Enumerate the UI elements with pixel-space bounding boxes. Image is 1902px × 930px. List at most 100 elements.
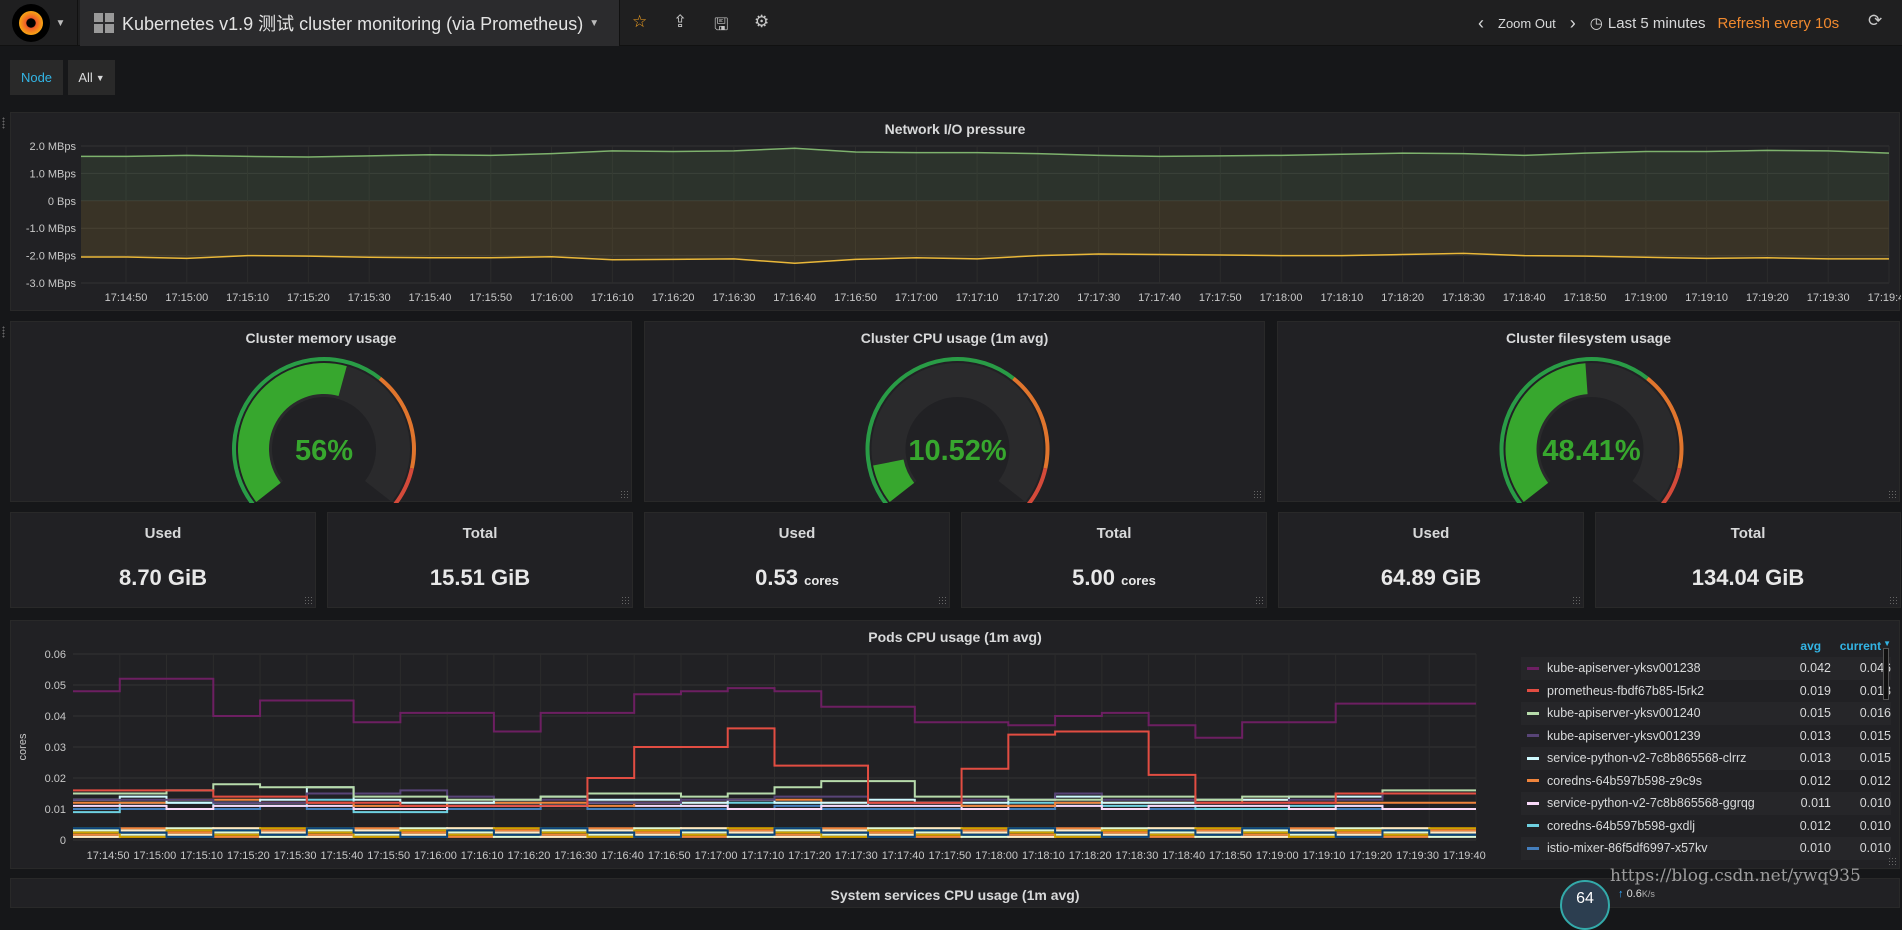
x-tick-label: 17:15:00 [165,292,208,304]
x-tick-label: 17:19:00 [1624,292,1667,304]
stat-panel: Used 8.70 GiB [10,512,316,608]
legend-series-name: prometheus-fbdf67b85-l5rk2 [1547,683,1705,698]
legend-item[interactable]: prometheus-fbdf67b85-l5rk2 0.019 0.018 [1521,680,1891,703]
x-tick-label: 17:17:20 [788,850,831,862]
legend-item[interactable]: service-python-v2-7c8b865568-ggrqg 0.011 0… [1521,792,1891,815]
legend-current-header[interactable]: current [1821,639,1881,657]
node-variable-select[interactable]: All ▼ [68,60,115,95]
legend-current: 0.015 [1859,728,1891,743]
x-tick-label: 17:19:40 [1443,850,1486,862]
y-tick-label: -2.0 MBps [26,251,77,263]
stat-panel: Total 134.04 GiB [1595,512,1901,608]
y-tick-label: 2.0 MBps [30,141,77,153]
chevron-right-icon[interactable]: › [1570,13,1576,34]
network-io-panel: Network I/O pressure 2.0 MBps 1.0 MBps 0 B… [2,112,1901,311]
resize-handle[interactable] [1888,857,1897,866]
x-tick-label: 17:18:30 [1442,292,1485,304]
legend-avg: 0.012 [1799,773,1831,788]
star-icon[interactable]: ☆ [632,12,647,32]
x-tick-label: 17:18:50 [1209,850,1252,862]
resize-handle[interactable] [620,490,629,499]
zoom-out-button[interactable]: Zoom Out [1498,16,1556,31]
grafana-logo [11,4,50,42]
legend-item[interactable]: coredns-64b597b598-z9c9s 0.012 0.012 [1521,770,1891,793]
resize-handle[interactable] [1888,490,1897,499]
x-tick-label: 17:16:50 [834,292,877,304]
share-icon[interactable]: ⇪ [673,12,687,32]
legend-item[interactable]: kube-apiserver-yksv001240 0.015 0.016 [1521,702,1891,725]
x-tick-label: 17:18:00 [975,850,1018,862]
net-monitor-badge[interactable]: 64 [1560,880,1610,930]
pods-cpu-chart: 0.06 0.05 0.04 0.03 0.02 0.01 0 17:14:50 17:15:0… [17,649,1486,862]
refresh-interval[interactable]: Refresh every 10s [1717,15,1839,32]
legend-current: 0.015 [1859,751,1891,766]
resize-handle[interactable] [1889,596,1898,605]
gauge-value: 10.52% [908,435,1007,467]
chevron-left-icon[interactable]: ‹ [1478,13,1484,34]
pods-legend: avg current ▼ kube-apiserver-yksv001238 0.0… [1521,639,1891,860]
legend-current: 0.010 [1859,818,1891,833]
x-tick-label: 17:16:00 [414,850,457,862]
dashboard-grid-icon [94,13,114,33]
x-tick-label: 17:15:50 [367,850,410,862]
grafana-menu-button[interactable]: ▼ [0,0,78,46]
x-tick-label: 17:17:40 [882,850,925,862]
resize-handle[interactable] [621,596,630,605]
gauge-svg: 56% [232,357,416,503]
refresh-icon[interactable]: ⟳ [1868,11,1882,31]
stat-number: 8.70 GiB [118,565,208,590]
y-tick-label: 0.04 [45,711,66,723]
legend-series-name: kube-apiserver-yksv001239 [1547,728,1701,743]
legend-current: 0.018 [1859,683,1891,698]
x-tick-label: 17:16:00 [530,292,573,304]
legend-item[interactable]: coredns-64b597b598-gxdlj 0.012 0.010 [1521,815,1891,838]
legend-item[interactable]: kube-apiserver-yksv001238 0.042 0.046 [1521,657,1891,680]
stat-value: 134.04 GiB [1596,565,1900,591]
gauge-panel: Cluster memory usage 56% [2,321,632,503]
legend-current: 0.012 [1859,773,1891,788]
x-tick-label: 17:17:00 [695,850,738,862]
drag-handle[interactable] [2,326,5,338]
legend-series-name: service-python-v2-7c8b865568-ggrqg [1547,796,1755,811]
resize-handle[interactable] [1255,596,1264,605]
x-tick-label: 17:18:00 [1260,292,1303,304]
legend-item[interactable]: service-python-v2-7c8b865568-clrrz 0.013 0… [1521,747,1891,770]
x-tick-label: 17:18:20 [1381,292,1424,304]
gear-icon[interactable]: ⚙ [754,12,769,32]
x-tick-label: 17:18:10 [1022,850,1065,862]
x-tick-label: 17:15:40 [320,850,363,862]
dashboard-picker[interactable]: Kubernetes v1.9 测试 cluster monitoring (v… [80,0,620,46]
x-tick-label: 17:15:20 [227,850,270,862]
legend-current: 0.010 [1859,841,1891,856]
x-tick-label: 17:18:40 [1503,292,1546,304]
x-tick-label: 17:17:30 [1077,292,1120,304]
legend-avg-header[interactable]: avg [1761,639,1821,657]
save-icon[interactable]: 🖫 [714,12,728,41]
resize-handle[interactable] [938,596,947,605]
x-tick-label: 17:17:30 [835,850,878,862]
gauge-fill [1505,363,1588,502]
x-tick-label: 17:19:10 [1303,850,1346,862]
legend-avg: 0.011 [1800,796,1831,811]
drag-handle[interactable] [2,117,5,129]
x-tick-label: 17:16:40 [601,850,644,862]
x-tick-label: 17:16:10 [461,850,504,862]
stat-panel: Used 0.53 cores [644,512,950,608]
gauge-panel: Cluster CPU usage (1m avg) 10.52% [644,321,1265,503]
legend-item[interactable]: kube-apiserver-yksv001239 0.013 0.015 [1521,725,1891,748]
x-tick-label: 17:17:10 [956,292,999,304]
resize-handle[interactable] [304,596,313,605]
resize-handle[interactable] [1572,596,1581,605]
panel-title: System services CPU usage (1m avg) [830,887,1080,903]
network-io-chart: 2.0 MBps 1.0 MBps 0 Bps -1.0 MBps -2.0 MBps -… [26,141,1901,304]
y-tick-label: 1.0 MBps [30,168,77,180]
legend-scrollbar[interactable] [1883,648,1889,700]
resize-handle[interactable] [1253,490,1262,499]
y-tick-label: 0 Bps [48,196,77,208]
x-tick-label: 17:19:20 [1746,292,1789,304]
stat-number: 134.04 GiB [1691,565,1805,590]
time-range-picker[interactable]: Last 5 minutes [1608,15,1706,32]
legend-item[interactable]: istio-mixer-86f5df6997-x57kv 0.010 0.010 [1521,837,1891,860]
stat-value: 15.51 GiB [328,565,632,591]
stat-label: Used [144,525,182,542]
